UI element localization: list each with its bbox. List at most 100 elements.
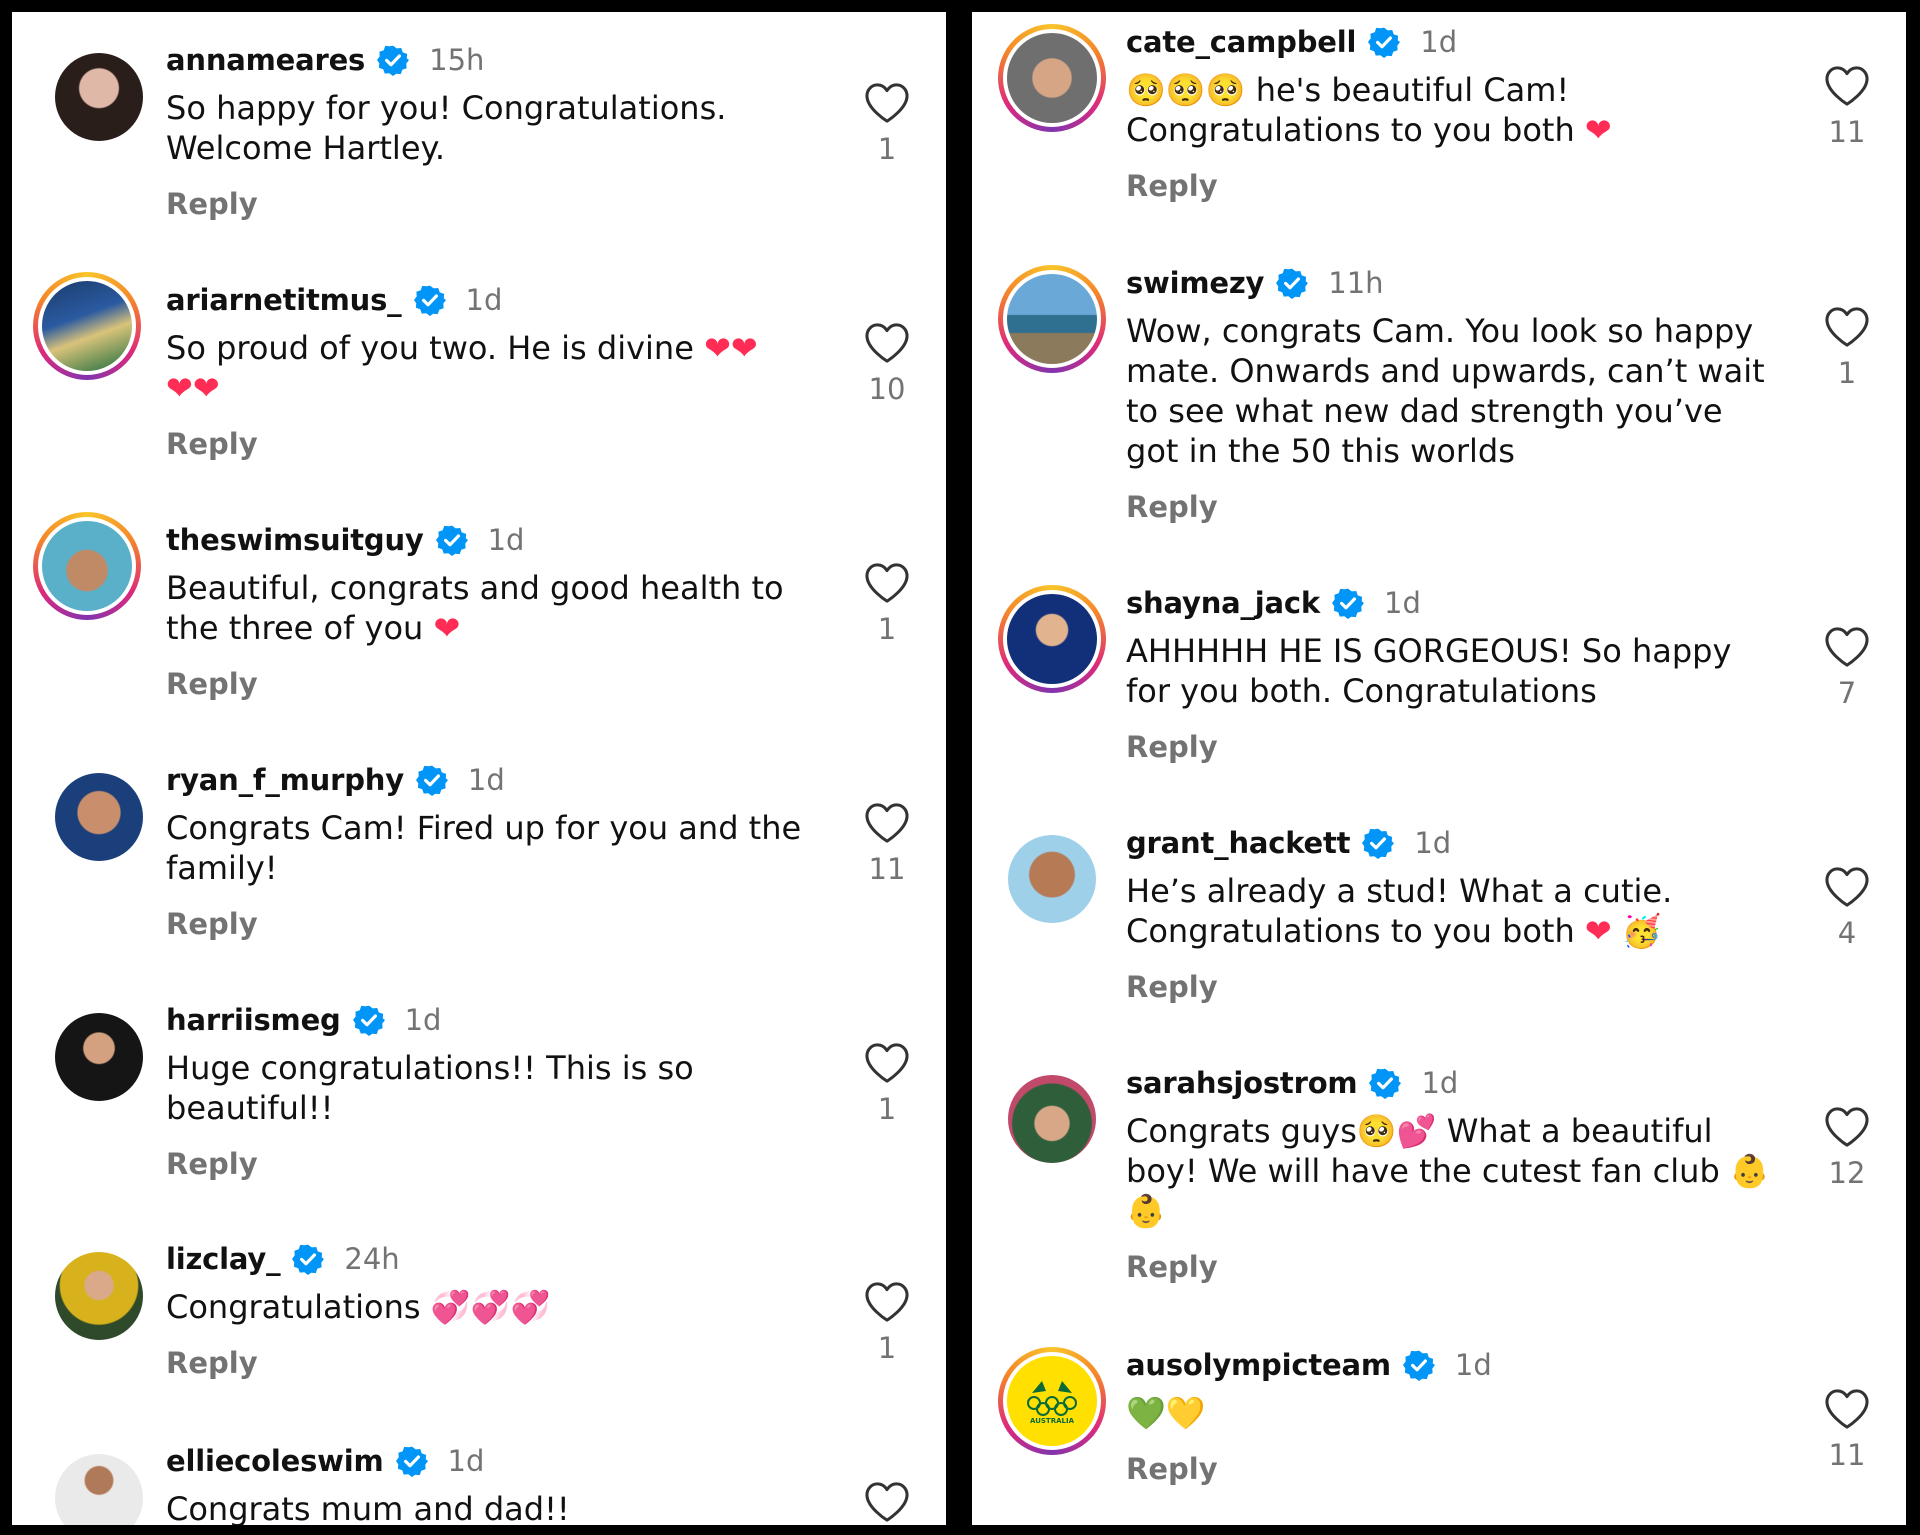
heart-outline-icon[interactable] bbox=[864, 1481, 910, 1523]
avatar[interactable] bbox=[998, 825, 1106, 933]
heart-outline-icon[interactable] bbox=[864, 562, 910, 604]
avatar-image bbox=[38, 517, 136, 615]
verified-badge-icon bbox=[1276, 267, 1309, 299]
reply-button[interactable]: Reply bbox=[1126, 730, 1218, 764]
comment-header: elliecoleswim 1d bbox=[166, 1441, 484, 1481]
reply-button[interactable]: Reply bbox=[1126, 970, 1218, 1004]
verified-badge-icon bbox=[395, 1445, 428, 1477]
comment-text: Congratulations 💞💞💞 bbox=[166, 1288, 551, 1326]
avatar[interactable] bbox=[998, 265, 1106, 373]
reply-button[interactable]: Reply bbox=[1126, 1250, 1218, 1284]
avatar-image bbox=[55, 773, 143, 861]
heart-outline-icon[interactable] bbox=[864, 322, 910, 364]
avatar[interactable] bbox=[45, 1444, 153, 1525]
comment-text: Wow, congrats Cam. You look so happy mat… bbox=[1126, 312, 1765, 470]
avatar-image bbox=[38, 277, 136, 375]
avatar-image bbox=[1008, 1075, 1096, 1163]
username[interactable]: shayna_jack bbox=[1126, 586, 1320, 620]
username[interactable]: ryan_f_murphy bbox=[166, 763, 404, 797]
username[interactable]: ausolympicteam bbox=[1126, 1348, 1391, 1382]
avatar[interactable] bbox=[45, 763, 153, 871]
comment-text: 💚💛 bbox=[1126, 1394, 1206, 1432]
reply-button[interactable]: Reply bbox=[1126, 169, 1218, 203]
heart-outline-icon[interactable] bbox=[1824, 626, 1870, 668]
like-control: 1 bbox=[852, 1042, 922, 1126]
avatar[interactable] bbox=[33, 272, 141, 380]
username[interactable]: sarahsjostrom bbox=[1126, 1066, 1358, 1100]
verified-badge-icon bbox=[1332, 587, 1364, 619]
like-count: 11 bbox=[1828, 115, 1866, 149]
verified-badge-icon bbox=[292, 1243, 325, 1275]
comment-text: 🥺🥺🥺 he's beautiful Cam! Congratulations … bbox=[1126, 71, 1612, 149]
comment-header: shayna_jack 1d bbox=[1126, 583, 1421, 623]
right-comments-panel: cate_campbell 1d 🥺🥺🥺 he's beautiful Cam!… bbox=[972, 12, 1906, 1525]
avatar-image bbox=[1003, 590, 1101, 688]
heart-outline-icon[interactable] bbox=[1824, 866, 1870, 908]
avatar-image bbox=[1003, 270, 1101, 368]
verified-badge-icon bbox=[415, 764, 448, 796]
like-control: 7 bbox=[1812, 626, 1882, 710]
avatar[interactable] bbox=[33, 512, 141, 620]
like-count: 1 bbox=[877, 1331, 897, 1365]
reply-button[interactable]: Reply bbox=[166, 427, 258, 461]
username[interactable]: theswimsuitguy bbox=[166, 523, 424, 557]
heart-outline-icon[interactable] bbox=[864, 1281, 910, 1323]
like-count: 4 bbox=[1837, 916, 1857, 950]
comment-header: ariarnetitmus_ 1d bbox=[166, 280, 502, 320]
avatar[interactable] bbox=[998, 1065, 1106, 1173]
avatar[interactable] bbox=[998, 585, 1106, 693]
comment-header: cate_campbell 1d bbox=[1126, 22, 1457, 62]
reply-button[interactable]: Reply bbox=[166, 907, 258, 941]
like-count: 7 bbox=[1837, 676, 1857, 710]
comment-header: swimezy 11h bbox=[1126, 263, 1384, 303]
comment-text: He’s already a stud! What a cutie. Congr… bbox=[1126, 872, 1673, 950]
comment-text: So proud of you two. He is divine ❤❤ ❤❤ bbox=[166, 329, 758, 407]
like-count: 11 bbox=[868, 852, 906, 886]
heart-outline-icon[interactable] bbox=[1824, 306, 1870, 348]
username[interactable]: annameares bbox=[166, 43, 365, 77]
verified-badge-icon bbox=[413, 284, 446, 316]
username[interactable]: ariarnetitmus_ bbox=[166, 283, 402, 317]
verified-badge-icon bbox=[377, 44, 410, 76]
timestamp: 1d bbox=[465, 283, 503, 317]
comment-text: AHHHHH HE IS GORGEOUS! So happy for you … bbox=[1126, 632, 1732, 710]
reply-button[interactable]: Reply bbox=[166, 187, 258, 221]
timestamp: 1d bbox=[447, 1444, 485, 1478]
reply-button[interactable]: Reply bbox=[166, 1147, 258, 1181]
like-control: 10 bbox=[852, 322, 922, 406]
heart-outline-icon[interactable] bbox=[864, 802, 910, 844]
like-count: 1 bbox=[877, 612, 897, 646]
avatar[interactable] bbox=[45, 1003, 153, 1111]
username[interactable]: lizclay_ bbox=[166, 1242, 281, 1276]
like-count: 1 bbox=[877, 1092, 897, 1126]
avatar[interactable] bbox=[45, 1242, 153, 1350]
avatar-image bbox=[55, 1454, 143, 1525]
username[interactable]: cate_campbell bbox=[1126, 25, 1356, 59]
heart-outline-icon[interactable] bbox=[864, 82, 910, 124]
heart-outline-icon[interactable] bbox=[1824, 1388, 1870, 1430]
verified-badge-icon bbox=[352, 1004, 385, 1036]
heart-outline-icon[interactable] bbox=[1824, 1106, 1870, 1148]
avatar[interactable] bbox=[998, 24, 1106, 132]
timestamp: 1d bbox=[487, 523, 525, 557]
comment-text: Huge congratulations!! This is so beauti… bbox=[166, 1049, 694, 1127]
heart-outline-icon[interactable] bbox=[864, 1042, 910, 1084]
avatar[interactable] bbox=[45, 43, 153, 151]
comment-text: Congrats Cam! Fired up for you and the f… bbox=[166, 809, 802, 887]
username[interactable]: grant_hackett bbox=[1126, 826, 1351, 860]
reply-button[interactable]: Reply bbox=[1126, 490, 1218, 524]
avatar-image bbox=[55, 1013, 143, 1101]
reply-button[interactable]: Reply bbox=[166, 667, 258, 701]
heart-outline-icon[interactable] bbox=[1824, 65, 1870, 107]
comment-text: So happy for you! Congratulations. Welco… bbox=[166, 89, 727, 167]
avatar[interactable]: AUSTRALIA bbox=[998, 1347, 1106, 1455]
avatar-image: AUSTRALIA bbox=[1003, 1352, 1101, 1450]
reply-button[interactable]: Reply bbox=[166, 1346, 258, 1380]
comment-header: ausolympicteam 1d bbox=[1126, 1345, 1492, 1385]
username[interactable]: elliecoleswim bbox=[166, 1444, 384, 1478]
reply-button[interactable]: Reply bbox=[1126, 1452, 1218, 1486]
username[interactable]: swimezy bbox=[1126, 266, 1264, 300]
avatar-image bbox=[55, 53, 143, 141]
timestamp: 1d bbox=[1420, 25, 1458, 59]
username[interactable]: harriismeg bbox=[166, 1003, 341, 1037]
